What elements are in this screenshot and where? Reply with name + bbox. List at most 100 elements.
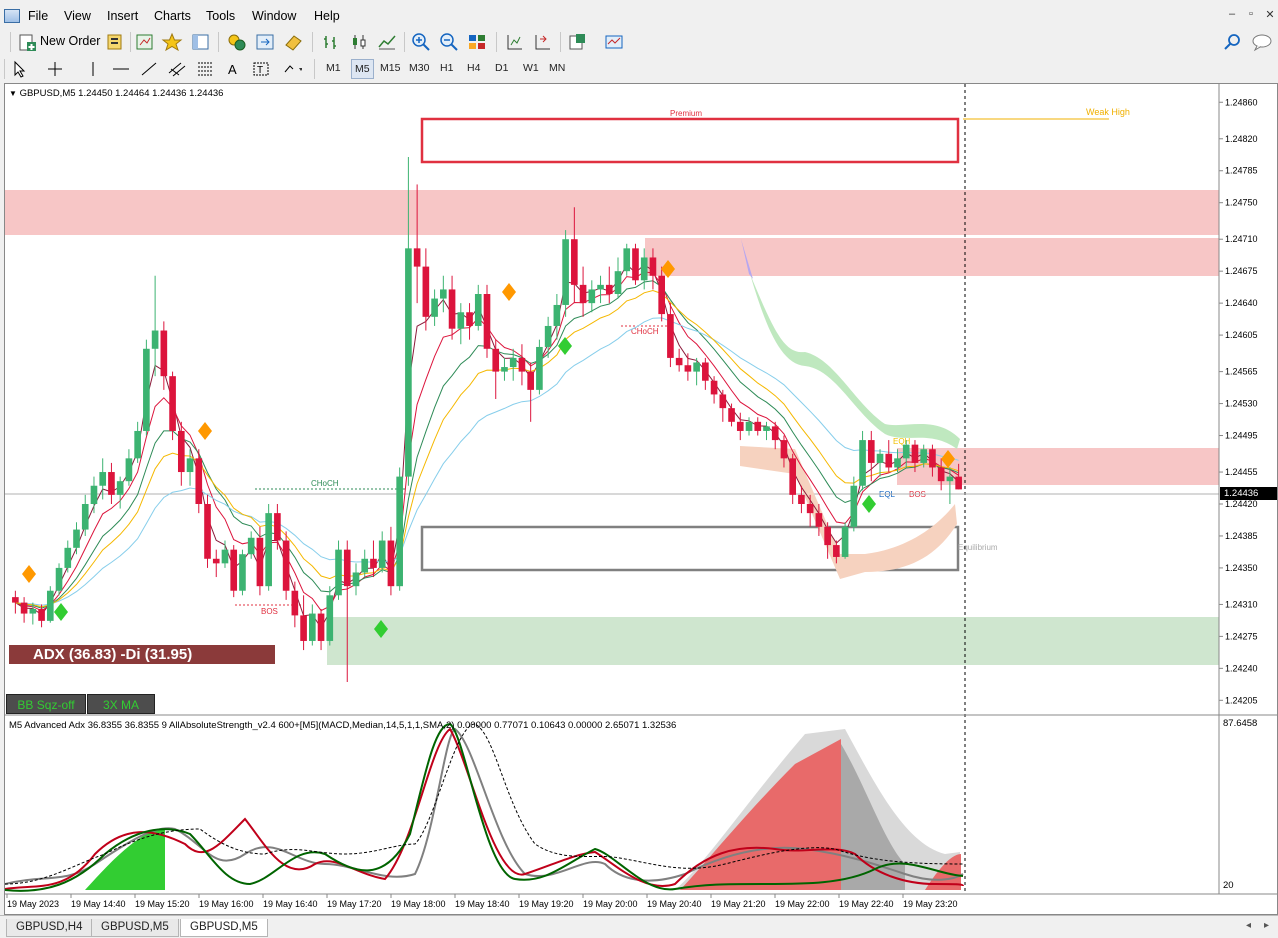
trendline-icon[interactable] bbox=[138, 59, 160, 79]
timeframe-m30[interactable]: M30 bbox=[409, 62, 429, 74]
zoom-out-icon[interactable] bbox=[438, 32, 460, 52]
tab-scroll-left-icon[interactable]: ◂ bbox=[1246, 920, 1251, 931]
time-label: 19 May 15:20 bbox=[135, 899, 190, 909]
price-label: 1.24385 bbox=[1225, 531, 1258, 541]
candle-body bbox=[474, 294, 482, 326]
timeframe-h1[interactable]: H1 bbox=[440, 62, 453, 74]
collapse-icon[interactable]: ▼ bbox=[9, 89, 17, 98]
current-price-tag: 1.24436 bbox=[1220, 487, 1277, 500]
timeframe-d1[interactable]: D1 bbox=[495, 62, 508, 74]
candle-body bbox=[719, 394, 727, 409]
time-label: 19 May 20:40 bbox=[647, 899, 702, 909]
candle-body bbox=[195, 458, 203, 504]
candle-body bbox=[562, 239, 569, 305]
new-order-button[interactable]: New Order bbox=[17, 33, 117, 53]
candle-body bbox=[116, 481, 124, 495]
favorites-icon[interactable] bbox=[161, 32, 183, 52]
close-icon[interactable]: ✕ bbox=[1262, 8, 1278, 21]
premium-label: Premium bbox=[670, 109, 702, 118]
candle-body bbox=[73, 529, 80, 548]
candle-body bbox=[466, 312, 473, 326]
search-icon[interactable] bbox=[1222, 32, 1244, 52]
tab-gbpusd-h4[interactable]: GBPUSD,H4 bbox=[6, 919, 93, 937]
bos-label-1: BOS bbox=[261, 607, 278, 616]
time-label: 19 May 20:00 bbox=[583, 899, 638, 909]
timeframe-m5[interactable]: M5 bbox=[351, 59, 374, 79]
price-label: 1.24750 bbox=[1225, 198, 1258, 208]
chart-shift-icon[interactable] bbox=[503, 32, 525, 52]
text-label-icon[interactable]: T bbox=[250, 59, 272, 79]
channel-icon[interactable] bbox=[166, 59, 188, 79]
menu-charts[interactable]: Charts bbox=[154, 9, 191, 23]
strategy-tester-icon[interactable] bbox=[282, 32, 304, 52]
candle-body bbox=[291, 590, 299, 616]
vertical-line-icon[interactable] bbox=[82, 59, 104, 79]
arrows-icon[interactable] bbox=[280, 59, 302, 79]
candle-body bbox=[12, 597, 19, 603]
chart-window[interactable]: Premium Weak High Equilibrium CHoCH CHoC… bbox=[4, 83, 1278, 915]
timeframe-w1[interactable]: W1 bbox=[523, 62, 539, 74]
candle-body bbox=[405, 248, 412, 477]
data-window-icon[interactable] bbox=[134, 32, 156, 52]
experts-icon[interactable] bbox=[226, 32, 248, 52]
sell-signal-diamond bbox=[22, 565, 36, 583]
candle-body bbox=[387, 540, 395, 587]
fibonacci-icon[interactable] bbox=[194, 59, 216, 79]
zoom-in-icon[interactable] bbox=[410, 32, 432, 52]
time-label: 19 May 16:00 bbox=[199, 899, 254, 909]
cursor-icon[interactable] bbox=[8, 59, 30, 79]
price-label: 1.24605 bbox=[1225, 330, 1258, 340]
timeframe-h4[interactable]: H4 bbox=[467, 62, 480, 74]
line-chart-icon[interactable] bbox=[376, 32, 398, 52]
candle-body bbox=[911, 444, 919, 463]
chart-canvas[interactable]: Premium Weak High Equilibrium CHoCH CHoC… bbox=[5, 84, 1277, 914]
horizontal-line-icon[interactable] bbox=[110, 59, 132, 79]
candle-body bbox=[763, 426, 770, 431]
menu-insert[interactable]: Insert bbox=[107, 9, 138, 23]
app-icon bbox=[4, 9, 20, 23]
indicators-icon[interactable] bbox=[567, 32, 589, 52]
price-label: 1.24420 bbox=[1225, 499, 1258, 509]
tab-scroll-right-icon[interactable]: ▸ bbox=[1264, 920, 1269, 931]
minimize-icon[interactable]: – bbox=[1224, 8, 1240, 20]
candlestick-chart-icon[interactable] bbox=[348, 32, 370, 52]
menu-view[interactable]: View bbox=[64, 9, 91, 23]
tab-gbpusd-m5-2[interactable]: GBPUSD,M5 bbox=[180, 919, 268, 937]
tile-windows-icon[interactable] bbox=[466, 32, 488, 52]
expand-chart-icon[interactable] bbox=[254, 32, 276, 52]
restore-icon[interactable]: ▫ bbox=[1243, 8, 1259, 20]
candle-body bbox=[55, 567, 63, 591]
candle-body bbox=[501, 367, 508, 372]
3x-ma-button[interactable]: 3X MA bbox=[87, 694, 155, 714]
candle-body bbox=[640, 257, 648, 281]
menu-help[interactable]: Help bbox=[314, 9, 340, 23]
candle-body bbox=[186, 458, 194, 473]
timeframe-m15[interactable]: M15 bbox=[380, 62, 400, 74]
candle-body bbox=[440, 289, 447, 299]
timeframe-mn[interactable]: MN bbox=[549, 62, 565, 74]
text-icon[interactable]: A bbox=[222, 59, 244, 79]
candle-body bbox=[29, 609, 37, 614]
chat-icon[interactable] bbox=[1250, 32, 1272, 52]
market-watch-icon[interactable] bbox=[104, 32, 126, 52]
time-label: 19 May 21:20 bbox=[711, 899, 766, 909]
navigator-icon[interactable] bbox=[190, 32, 212, 52]
crosshair-icon[interactable] bbox=[44, 59, 66, 79]
candle-body bbox=[955, 476, 962, 490]
candle-body bbox=[841, 526, 849, 557]
bar-chart-icon[interactable] bbox=[320, 32, 342, 52]
candle-body bbox=[20, 602, 28, 614]
candle-body bbox=[46, 590, 54, 621]
price-label: 1.24495 bbox=[1225, 431, 1258, 441]
templates-icon[interactable] bbox=[603, 32, 625, 52]
timeframe-m1[interactable]: M1 bbox=[326, 62, 341, 74]
tab-gbpusd-m5-1[interactable]: GBPUSD,M5 bbox=[91, 919, 179, 937]
menu-tools[interactable]: Tools bbox=[206, 9, 235, 23]
bb-sqz-button[interactable]: BB Sqz-off bbox=[6, 694, 86, 714]
menu-window[interactable]: Window bbox=[252, 9, 296, 23]
candle-body bbox=[335, 549, 342, 596]
menu-file[interactable]: File bbox=[28, 9, 48, 23]
candle-body bbox=[134, 430, 141, 459]
price-label: 1.24530 bbox=[1225, 399, 1258, 409]
auto-scroll-icon[interactable] bbox=[531, 32, 553, 52]
